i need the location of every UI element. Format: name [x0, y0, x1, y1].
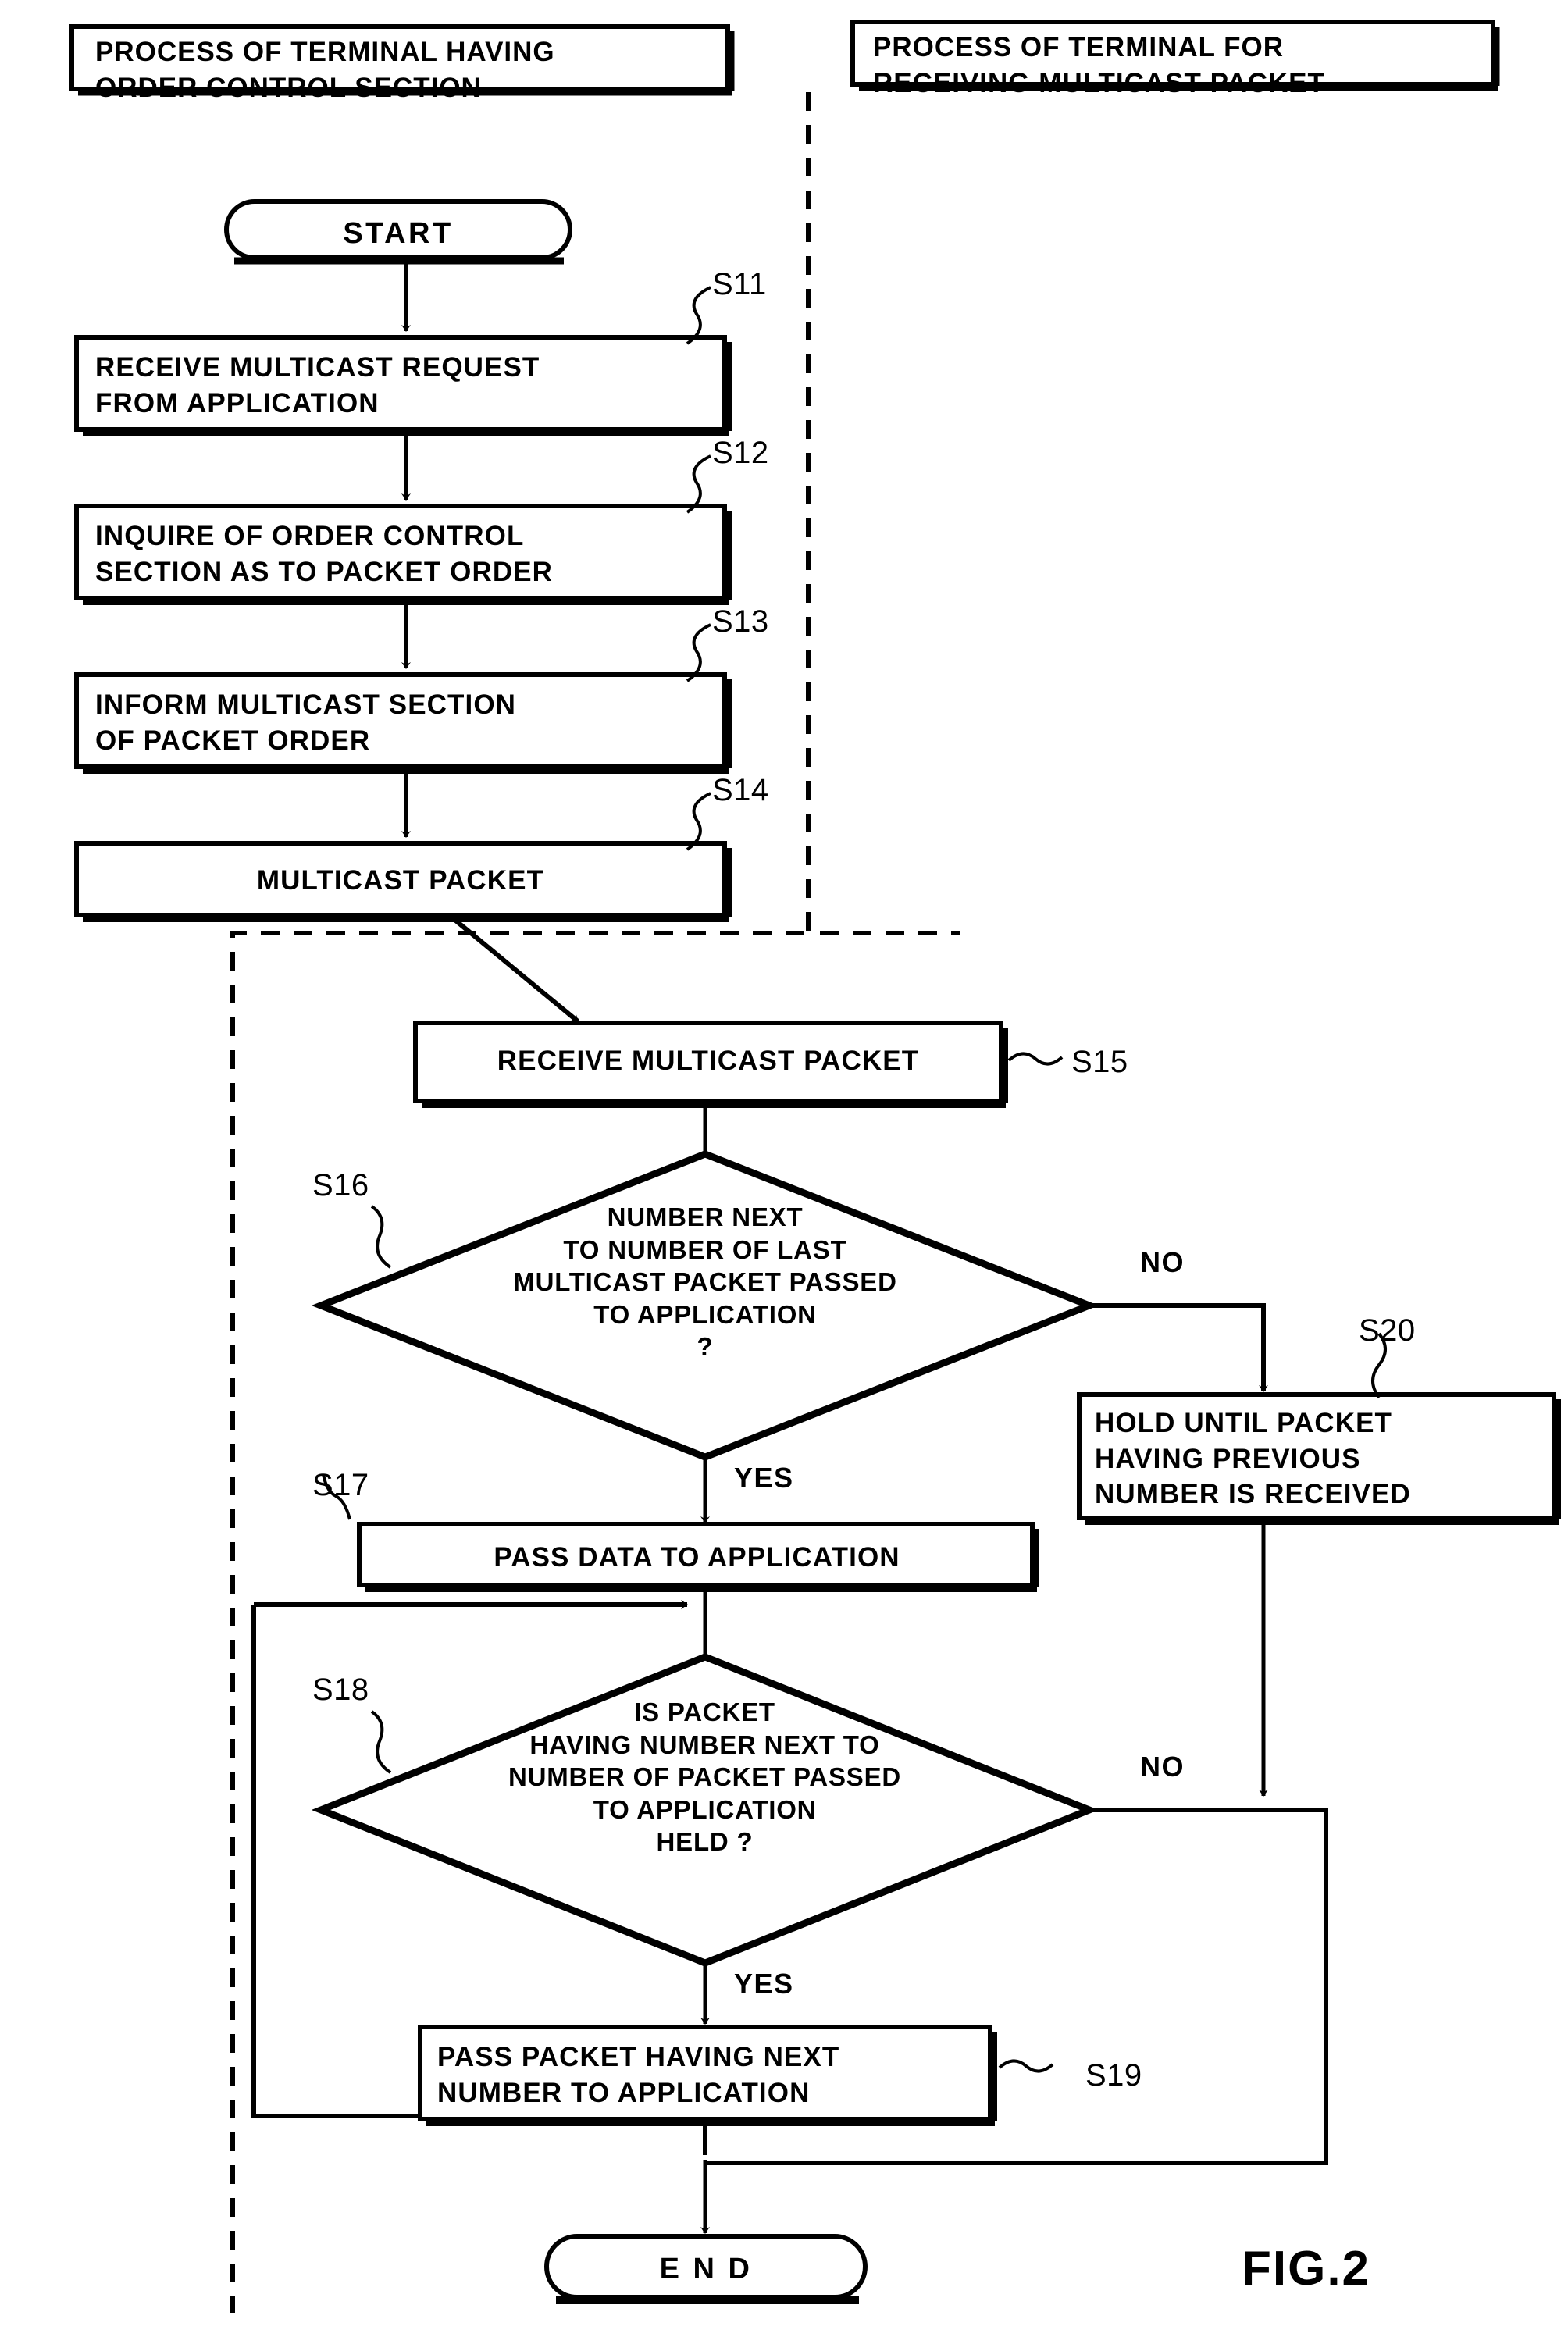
- s15-leader: [1007, 1052, 1064, 1066]
- s20-label: HOLD UNTIL PACKET HAVING PREVIOUS NUMBER…: [1095, 1408, 1411, 1509]
- s15-ref: S15: [1071, 1045, 1128, 1079]
- s13-ref: S13: [712, 604, 769, 639]
- s19-leader: [998, 2059, 1054, 2073]
- lane-divider-upper: [806, 92, 960, 935]
- s12-ref: S12: [712, 436, 769, 470]
- s19-ref: S19: [1085, 2058, 1142, 2093]
- patent-figure-sheet: PROCESS OF TERMINAL HAVING ORDER CONTROL…: [0, 0, 1568, 2344]
- s18-ref: S18: [312, 1673, 369, 1707]
- s18-label: IS PACKET HAVING NUMBER NEXT TO NUMBER O…: [508, 1697, 902, 1857]
- s19-label: PASS PACKET HAVING NEXT NUMBER TO APPLIC…: [437, 2042, 840, 2108]
- s16-ref: S16: [312, 1168, 369, 1202]
- s16-no-edge: [1089, 1303, 1268, 1392]
- s16-yes-label: YES: [734, 1462, 794, 1494]
- s17-ref: S17: [312, 1468, 369, 1502]
- s18-yes-label: YES: [734, 1968, 794, 2000]
- start-label: START: [343, 217, 454, 250]
- s14-ref: S14: [712, 773, 769, 807]
- left-lane-header-label: PROCESS OF TERMINAL HAVING ORDER CONTROL…: [95, 37, 555, 104]
- s12-label: INQUIRE OF ORDER CONTROL SECTION AS TO P…: [95, 521, 554, 587]
- s16-leader: [370, 1205, 392, 1269]
- s18-leader: [370, 1710, 392, 1774]
- s11-ref: S11: [712, 267, 767, 301]
- right-lane-header-label: PROCESS OF TERMINAL FOR RECEIVING MULTIC…: [873, 32, 1325, 99]
- end-label: E N D: [659, 2253, 753, 2285]
- s11-label: RECEIVE MULTICAST REQUEST FROM APPLICATI…: [95, 352, 540, 419]
- s16-no-label: NO: [1140, 1246, 1185, 1278]
- s18-no-label: NO: [1140, 1751, 1185, 1783]
- s20-ref: S20: [1359, 1313, 1416, 1348]
- figure-label: FIG.2: [1242, 2242, 1371, 2296]
- s15-label: RECEIVE MULTICAST PACKET: [497, 1046, 920, 1076]
- s16-label: NUMBER NEXT TO NUMBER OF LAST MULTICAST …: [513, 1202, 897, 1362]
- s14-label: MULTICAST PACKET: [256, 865, 545, 896]
- s17-label: PASS DATA TO APPLICATION: [494, 1542, 900, 1573]
- s13-label: INFORM MULTICAST SECTION OF PACKET ORDER: [95, 689, 517, 756]
